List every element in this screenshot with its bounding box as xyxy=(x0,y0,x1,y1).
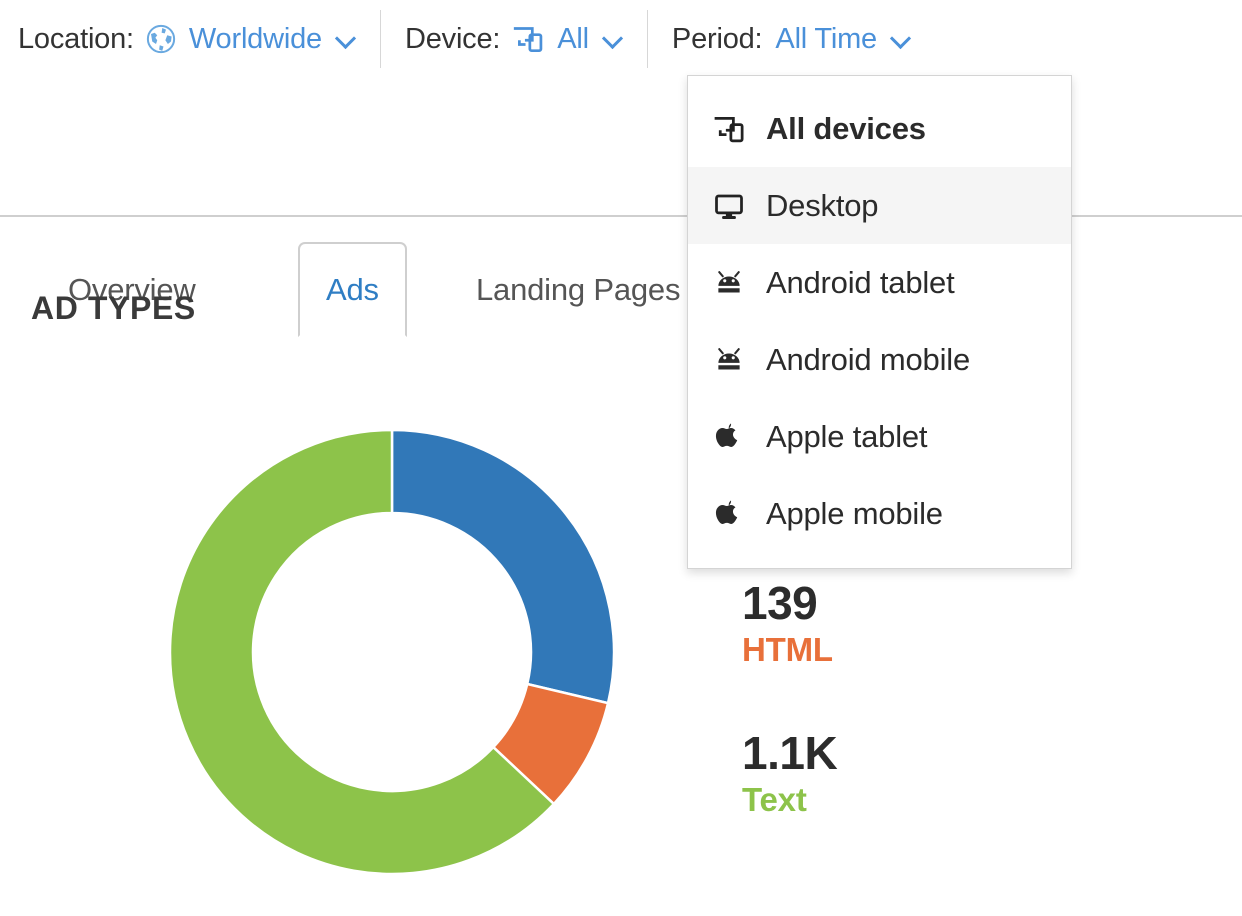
chevron-down-icon[interactable] xyxy=(603,29,623,49)
stat-text: 1.1K Text xyxy=(742,727,838,820)
page-title: AD TYPES xyxy=(31,290,196,326)
filter-location[interactable]: Location: Worldwide xyxy=(18,17,356,61)
filter-divider-1 xyxy=(379,10,381,68)
device-dropdown-menu[interactable]: All devices Desktop Android tablet Android … xyxy=(687,75,1072,569)
filter-divider-2 xyxy=(646,10,648,68)
apple-icon xyxy=(712,499,758,529)
device-menu-item-label: Android tablet xyxy=(766,264,955,300)
device-menu-item-label: Apple mobile xyxy=(766,495,943,531)
filter-period-value: All Time xyxy=(775,22,877,55)
tab-ads[interactable]: Ads xyxy=(298,242,407,337)
device-menu-item-apple-mobile[interactable]: Apple mobile xyxy=(688,475,1071,552)
apple-icon xyxy=(712,422,758,452)
device-menu-item-label: Desktop xyxy=(766,187,879,223)
ad-types-donut-chart xyxy=(167,427,617,877)
stat-html: 139 HTML xyxy=(742,580,833,670)
device-menu-item-label: All devices xyxy=(766,110,926,146)
stat-text-value: 1.1K xyxy=(742,727,838,779)
filter-location-value: Worldwide xyxy=(188,22,322,55)
devices-icon xyxy=(512,24,544,54)
device-menu-item-android-mobile[interactable]: Android mobile xyxy=(688,321,1071,398)
chevron-down-icon[interactable] xyxy=(891,29,911,49)
globe-icon xyxy=(146,24,176,54)
devices-icon xyxy=(712,114,758,144)
chevron-down-icon[interactable] xyxy=(336,29,356,49)
stat-html-label: HTML xyxy=(742,631,833,668)
device-menu-item-all-devices[interactable]: All devices xyxy=(688,90,1071,167)
filter-device-label: Device: xyxy=(404,22,501,55)
device-menu-item-label: Android mobile xyxy=(766,341,970,377)
filter-bar: Location: Worldwide Device: All Period: … xyxy=(0,0,1242,78)
filter-period-label: Period: xyxy=(671,22,763,55)
filter-location-label: Location: xyxy=(18,22,134,55)
filter-device-value: All xyxy=(557,22,589,55)
filter-period[interactable]: Period: All Time xyxy=(672,17,911,61)
monitor-icon xyxy=(712,191,758,221)
android-icon xyxy=(712,268,758,298)
device-menu-item-apple-tablet[interactable]: Apple tablet xyxy=(688,398,1071,475)
filter-device[interactable]: Device: All xyxy=(405,17,623,61)
device-menu-item-android-tablet[interactable]: Android tablet xyxy=(688,244,1071,321)
android-icon xyxy=(712,345,758,375)
device-menu-item-desktop[interactable]: Desktop xyxy=(688,167,1071,244)
stat-text-label: Text xyxy=(742,781,807,818)
device-menu-item-label: Apple tablet xyxy=(766,418,928,454)
tab-landing-pages[interactable]: Landing Pages xyxy=(450,242,706,337)
stat-html-value: 139 xyxy=(742,577,818,629)
donut-svg xyxy=(168,428,616,876)
donut-slice-media[interactable] xyxy=(390,428,616,705)
